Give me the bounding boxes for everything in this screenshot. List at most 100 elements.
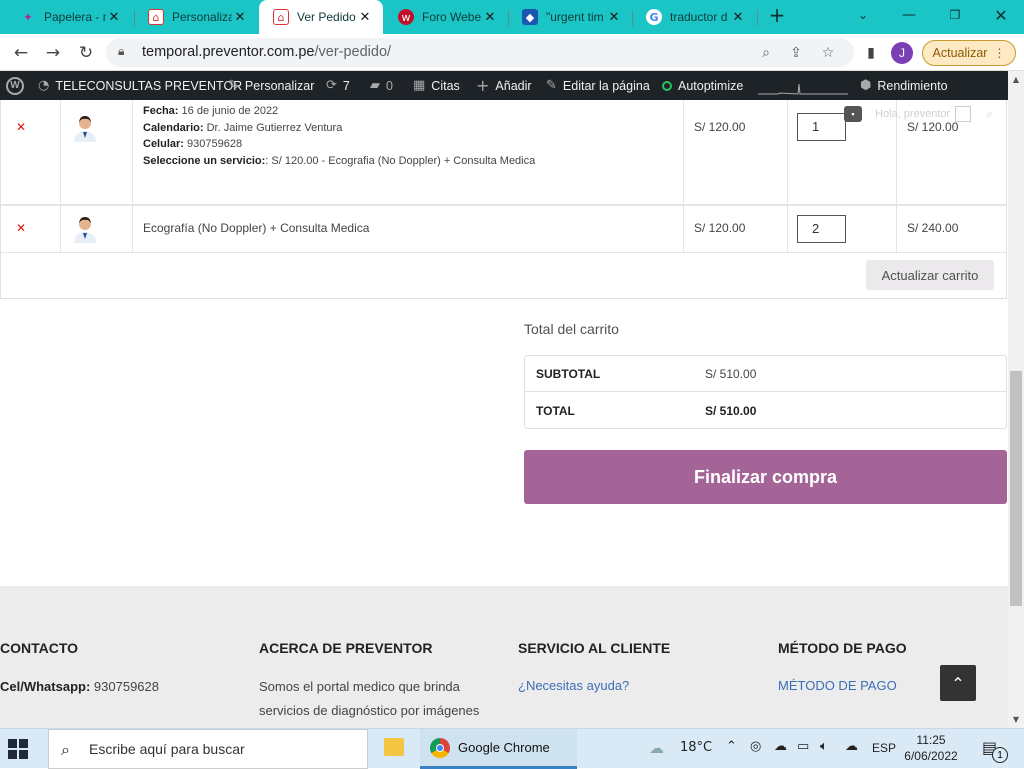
tab-personalizar[interactable]: ⌂ Personaliza ✕ [134,0,258,34]
close-tab-icon[interactable]: ✕ [730,10,746,25]
booking-details: Fecha: 16 de junio de 2022 Calendario: D… [143,103,535,169]
about-text-line-1: Somos el portal medico que brinda [259,679,460,694]
tab-search-chevron-icon[interactable]: ⌄ [840,0,886,30]
scrollbar-thumb[interactable] [1010,371,1022,606]
back-arrow-icon[interactable]: ← [8,40,34,66]
site-name-menu[interactable]: ◔ TELECONSULTAS PREVENTOR [38,71,242,100]
tab-ver-pedido[interactable]: ⌂ Ver Pedido ✕ [259,0,383,34]
meta-value: S/ 120.00 - Ecografia (No Doppler) + Con… [271,154,536,167]
autoptimize-link[interactable]: Autoptimize [662,71,743,100]
file-explorer-icon[interactable] [384,738,404,756]
doc-favicon-icon: ◆ [522,9,538,25]
update-cart-button[interactable]: Actualizar carrito [866,260,994,290]
comments-link[interactable]: ▰ 0 [370,71,393,100]
reload-icon[interactable]: ↻ [73,40,99,66]
brush-icon: ✎ [228,78,239,93]
chrome-taskbar-button[interactable]: Google Chrome [420,729,577,769]
new-tab-icon[interactable]: + [754,0,800,30]
scroll-up-arrow-icon[interactable]: ▲ [1010,73,1022,85]
close-window-icon[interactable]: ✕ [978,0,1024,30]
booking-calendar-line: Calendario: Dr. Jaime Gutierrez Ventura [143,121,343,134]
update-label: Actualizar [932,46,988,60]
appointments-link[interactable]: ▦ Citas [413,71,460,100]
item-subtotal: S/ 240.00 [907,221,959,235]
wordpress-logo-menu[interactable]: W [6,71,24,100]
checkout-button[interactable]: Finalizar compra [524,450,1007,504]
comment-icon: ▰ [370,78,380,93]
header-greeting[interactable]: Hola, preventor [875,108,950,120]
volume-icon[interactable]: 🔈︎ [820,739,828,754]
profile-avatar[interactable]: J [891,42,913,64]
quantity-input[interactable]: 1 [797,113,846,141]
autoptimize-label: Autoptimize [678,78,744,93]
item-price: S/ 120.00 [694,221,746,235]
lock-icon[interactable]: 🔒︎ [118,44,124,59]
onedrive-cloud-icon[interactable]: ☁ [774,739,787,754]
phone-label: Cel/Whatsapp: [0,679,91,694]
subtotal-row: SUBTOTAL S/ 510.00 [525,356,1006,392]
doctor-thumbnail[interactable] [70,112,100,142]
share-icon[interactable]: ⇪ [786,43,806,63]
help-link[interactable]: ¿Necesitas ayuda? [518,678,629,693]
forward-arrow-icon[interactable]: → [40,40,66,66]
meta-key: Seleccione un servicio: [143,154,266,167]
performance-label: Rendimiento [877,78,948,93]
booking-date-line: Fecha: 16 de junio de 2022 [143,105,279,117]
chrome-update-button[interactable]: Actualizar ⋮ [922,40,1016,66]
language-indicator[interactable]: ESP [872,741,896,755]
calendar-icon: ▦ [413,78,426,93]
address-bar[interactable]: 🔒︎ temporal.preventor.com.pe/ver-pedido/… [106,38,854,67]
minimize-icon[interactable]: — [886,0,932,30]
close-tab-icon[interactable]: ✕ [232,10,248,25]
tab-title: Personaliza [172,10,232,24]
status-dot-icon [662,80,672,91]
tab-papelera[interactable]: ✦ Papelera - r ✕ [6,0,132,34]
search-icon[interactable]: ⌕ [986,107,993,122]
bookmark-star-icon[interactable]: ☆ [818,43,838,63]
edit-page-link[interactable]: ✎ Editar la página [546,71,650,100]
meet-icon[interactable]: ◎ [750,739,761,754]
tray-chevron-icon[interactable]: ⌃ [726,739,737,754]
doctor-thumbnail[interactable] [70,213,100,243]
side-panel-icon[interactable]: ▮ [858,40,884,66]
zoom-icon[interactable]: ⌕ [756,43,776,63]
restore-icon[interactable]: ❐ [932,0,978,30]
payment-method-link[interactable]: MÉTODO DE PAGO [778,678,897,693]
network-icon[interactable]: ▭ [797,739,809,754]
scroll-to-top-icon[interactable]: ⌃ [940,665,976,701]
meta-value: Dr. Jaime Gutierrez Ventura [206,121,343,134]
taskbar-search-box[interactable]: ⌕ Escribe aquí para buscar [48,729,368,769]
about-heading: ACERCA DE PREVENTOR [259,640,433,656]
browser-tab-strip: ✦ Papelera - r ✕ ⌂ Personaliza ✕ ⌂ Ver P… [0,0,1024,34]
tab-urgent[interactable]: ◆ "urgent tim ✕ [508,0,632,34]
system-clock[interactable]: 11:25 6/06/2022 [900,732,962,764]
weather-cloud-icon[interactable]: ☁ [649,739,664,757]
windows-start-icon[interactable] [8,739,28,759]
user-icon[interactable] [955,106,971,122]
updates-link[interactable]: ⟳ 7 [326,71,350,100]
customize-link[interactable]: ✎ Personalizar [228,71,314,100]
tab-foro-webempresa[interactable]: w Foro Webe ✕ [384,0,508,34]
scroll-down-arrow-icon[interactable]: ▼ [1010,713,1022,725]
item-subtotal: S/ 120.00 [907,120,959,134]
remove-item-icon[interactable]: ✕ [16,120,26,134]
onedrive-status-icon[interactable]: ☁ [845,739,858,754]
meta-value: 16 de junio de 2022 [181,105,279,117]
remove-item-icon[interactable]: ✕ [16,221,26,235]
tab-traductor[interactable]: G traductor d ✕ [632,0,756,34]
quantity-input[interactable]: 2 [797,215,846,243]
meta-key: Celular [143,138,181,150]
temperature[interactable]: 18°C [680,740,712,755]
close-tab-icon[interactable]: ✕ [482,10,498,25]
close-tab-icon[interactable]: ✕ [357,10,373,25]
add-new-link[interactable]: + Añadir [476,71,532,100]
url-host: temporal.preventor.com.pe [142,44,315,60]
updates-icon: ⟳ [326,78,337,93]
close-tab-icon[interactable]: ✕ [606,10,622,25]
performance-link[interactable]: ⬢ Rendimiento [860,71,948,100]
chrome-label: Google Chrome [458,740,550,755]
browser-toolbar: ← → ↻ 🔒︎ temporal.preventor.com.pe/ver-p… [0,34,1024,71]
close-tab-icon[interactable]: ✕ [106,10,122,25]
product-name-link[interactable]: Ecografía (No Doppler) + Consulta Medica [143,221,369,235]
chat-icon[interactable]: ▪ [844,106,862,122]
